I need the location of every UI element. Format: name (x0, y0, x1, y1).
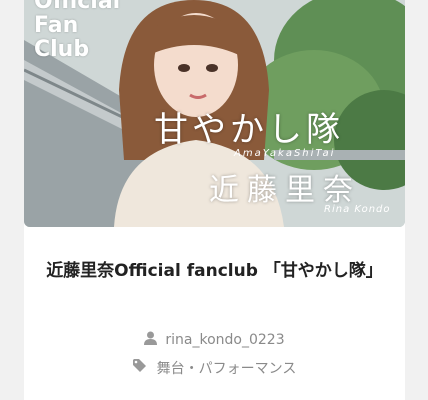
tag-icon (132, 359, 149, 377)
overlay-title-text: 甘やかし隊 (154, 110, 344, 150)
overlay-name-romaji-text: Rina Kondo (324, 204, 391, 215)
category-link[interactable]: 舞台・パフォーマンス (157, 361, 297, 377)
overlay-fan-text: Fan (34, 13, 79, 38)
overlay-romaji-text: AmaYakaShiTai (234, 148, 336, 159)
overlay-name-text: 近藤里奈 (209, 173, 361, 208)
author-name-link[interactable]: rina_kondo_0223 (165, 332, 284, 348)
post-title-link[interactable]: 近藤里奈Official fanclub 「甘やかし隊」 (36, 256, 393, 286)
user-icon (144, 331, 158, 349)
overlay-official-text: Official (34, 0, 121, 14)
post-card[interactable]: Official Fan Club 甘やかし隊 AmaYakaShiTai 近藤… (24, 0, 405, 400)
post-thumbnail[interactable]: Official Fan Club 甘やかし隊 AmaYakaShiTai 近藤… (24, 0, 405, 227)
post-author: rina_kondo_0223 (24, 331, 405, 349)
overlay-club-text: Club (34, 37, 90, 62)
post-category: 舞台・パフォーマンス (24, 358, 405, 378)
